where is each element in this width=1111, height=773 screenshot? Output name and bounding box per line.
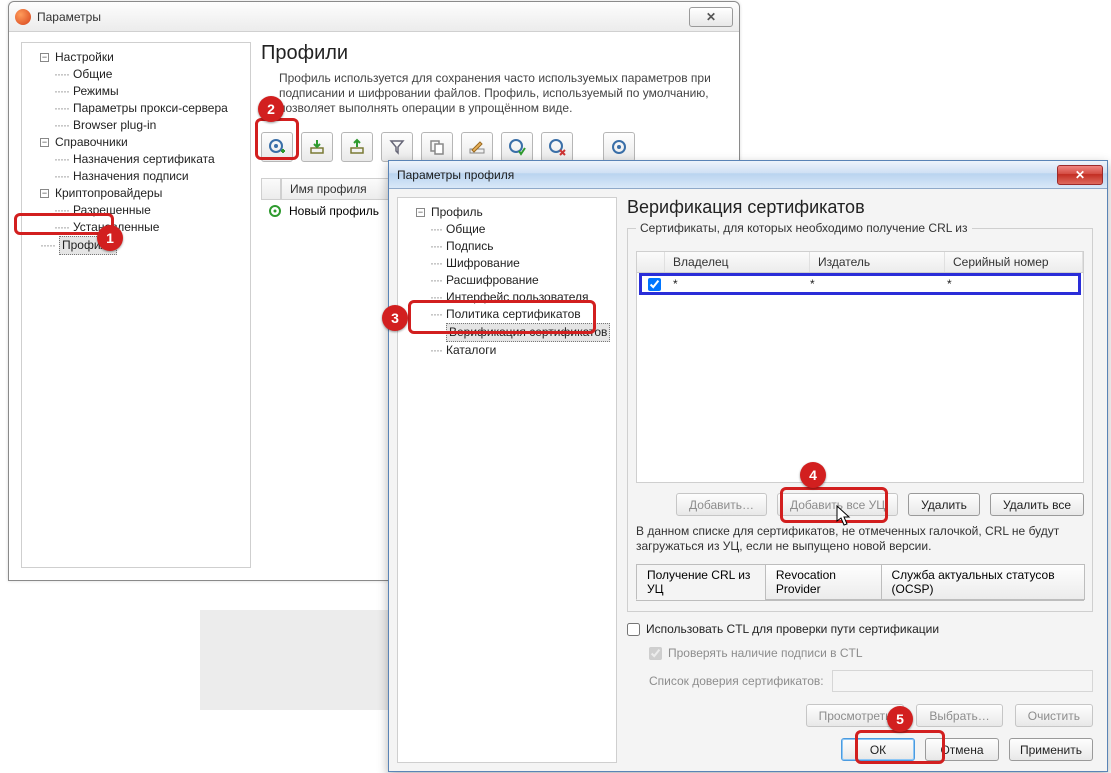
section-heading: Верификация сертификатов bbox=[627, 197, 1093, 218]
tree-item[interactable]: Разрешенные bbox=[73, 202, 151, 219]
view-button[interactable]: Просмотреть bbox=[806, 704, 905, 727]
collapse-icon[interactable]: − bbox=[416, 208, 425, 217]
checkbox bbox=[649, 647, 662, 660]
tree-item[interactable]: Шифрование bbox=[446, 255, 520, 272]
gear-icon bbox=[267, 203, 283, 219]
page-title: Профили bbox=[261, 42, 727, 65]
gear-x-icon bbox=[548, 138, 566, 156]
profile-nav-tree[interactable]: −Профиль ····Общие ····Подпись ····Шифро… bbox=[397, 197, 617, 763]
titlebar[interactable]: Параметры профиля ✕ bbox=[389, 161, 1107, 189]
close-icon: ✕ bbox=[706, 10, 716, 24]
tree-item[interactable]: Параметры прокси-сервера bbox=[73, 100, 228, 117]
tab-ocsp[interactable]: Служба актуальных статусов (OCSP) bbox=[881, 564, 1086, 600]
add-all-ca-button[interactable]: Добавить все УЦ bbox=[777, 493, 898, 516]
tree-crypto[interactable]: Криптопровайдеры bbox=[55, 185, 162, 202]
cell-serial: * bbox=[941, 277, 1078, 291]
close-icon: ✕ bbox=[1075, 168, 1085, 182]
import-icon bbox=[308, 138, 326, 156]
gear-check-icon bbox=[508, 138, 526, 156]
cert-table-header: Владелец Издатель Серийный номер bbox=[636, 251, 1084, 273]
ok-button[interactable]: ОК bbox=[841, 738, 915, 761]
tree-item[interactable]: Общие bbox=[446, 221, 485, 238]
apply-button[interactable]: Применить bbox=[1009, 738, 1093, 761]
add-button[interactable]: Добавить… bbox=[676, 493, 767, 516]
use-ctl-checkbox[interactable]: Использовать CTL для проверки пути серти… bbox=[627, 622, 1093, 636]
funnel-icon bbox=[388, 138, 406, 156]
close-button[interactable]: ✕ bbox=[1057, 165, 1103, 185]
tree-profile[interactable]: Профиль bbox=[431, 204, 483, 221]
toolbar bbox=[261, 132, 727, 162]
tree-item[interactable]: Browser plug-in bbox=[73, 117, 156, 134]
cert-table-body[interactable]: * * * bbox=[636, 273, 1084, 483]
tree-item[interactable]: Политика сертификатов bbox=[446, 306, 581, 323]
import-button[interactable] bbox=[301, 132, 333, 162]
tree-item[interactable]: Установленные bbox=[73, 219, 159, 236]
apply-button[interactable] bbox=[501, 132, 533, 162]
background-panel bbox=[200, 610, 400, 710]
close-button[interactable]: ✕ bbox=[689, 7, 733, 27]
tree-item[interactable]: Назначения подписи bbox=[73, 168, 189, 185]
tree-settings[interactable]: Настройки bbox=[55, 49, 114, 66]
gear-plus-icon bbox=[268, 138, 286, 156]
tree-item[interactable]: Подпись bbox=[446, 238, 494, 255]
copy-button[interactable] bbox=[421, 132, 453, 162]
settings-button[interactable] bbox=[603, 132, 635, 162]
row-checkbox[interactable] bbox=[648, 278, 661, 291]
choose-button[interactable]: Выбрать… bbox=[916, 704, 1002, 727]
tab-crl-from-ca[interactable]: Получение CRL из УЦ bbox=[636, 564, 766, 600]
delete-button[interactable] bbox=[541, 132, 573, 162]
tree-item[interactable]: Назначения сертификата bbox=[73, 151, 215, 168]
clear-button[interactable]: Очистить bbox=[1015, 704, 1093, 727]
tab-revocation-provider[interactable]: Revocation Provider bbox=[765, 564, 882, 600]
collapse-icon[interactable]: − bbox=[40, 53, 49, 62]
tree-item[interactable]: Интерфейс пользователя bbox=[446, 289, 589, 306]
delete-button[interactable]: Удалить bbox=[908, 493, 980, 516]
col-owner[interactable]: Владелец bbox=[665, 252, 810, 272]
new-profile-button[interactable] bbox=[261, 132, 293, 162]
edit-button[interactable] bbox=[461, 132, 493, 162]
cell-owner: * bbox=[667, 277, 804, 291]
fieldset-legend: Сертификаты, для которых необходимо полу… bbox=[636, 221, 972, 235]
tree-item-verification[interactable]: Верификация сертификатов bbox=[446, 323, 610, 342]
profile-name: Новый профиль bbox=[289, 204, 379, 218]
collapse-icon[interactable]: − bbox=[40, 138, 49, 147]
tree-item[interactable]: Режимы bbox=[73, 83, 119, 100]
trust-list-input bbox=[832, 670, 1093, 692]
dialog-title: Параметры профиля bbox=[397, 168, 1057, 182]
trust-list-label: Список доверия сертификатов: bbox=[649, 674, 824, 688]
tree-item[interactable]: Расшифрование bbox=[446, 272, 539, 289]
tree-item[interactable]: Каталоги bbox=[446, 342, 496, 359]
pencil-icon bbox=[468, 138, 486, 156]
export-button[interactable] bbox=[341, 132, 373, 162]
tree-profiles[interactable]: Профили bbox=[59, 236, 117, 255]
page-description: Профиль используется для сохранения част… bbox=[261, 71, 727, 116]
app-icon bbox=[15, 9, 31, 25]
checkbox[interactable] bbox=[627, 623, 640, 636]
nav-tree[interactable]: −Настройки ·····Общие ·····Режимы ·····П… bbox=[21, 42, 251, 568]
col-serial[interactable]: Серийный номер bbox=[945, 252, 1083, 272]
gear-icon bbox=[610, 138, 628, 156]
check-ctl-signature-checkbox: Проверять наличие подписи в CTL bbox=[649, 646, 1093, 660]
crl-fieldset: Сертификаты, для которых необходимо полу… bbox=[627, 228, 1093, 612]
cell-issuer: * bbox=[804, 277, 941, 291]
export-icon bbox=[348, 138, 366, 156]
copy-icon bbox=[428, 138, 446, 156]
cert-row-selected[interactable]: * * * bbox=[639, 273, 1081, 295]
tree-dirs[interactable]: Справочники bbox=[55, 134, 128, 151]
cancel-button[interactable]: Отмена bbox=[925, 738, 999, 761]
crl-note: В данном списке для сертификатов, не отм… bbox=[636, 524, 1084, 554]
delete-all-button[interactable]: Удалить все bbox=[990, 493, 1084, 516]
crl-tabs: Получение CRL из УЦ Revocation Provider … bbox=[636, 564, 1084, 601]
window-title: Параметры bbox=[37, 10, 689, 24]
titlebar[interactable]: Параметры ✕ bbox=[9, 2, 739, 32]
tree-item[interactable]: Общие bbox=[73, 66, 112, 83]
collapse-icon[interactable]: − bbox=[40, 189, 49, 198]
col-issuer[interactable]: Издатель bbox=[810, 252, 945, 272]
profile-parameters-dialog: Параметры профиля ✕ −Профиль ····Общие ·… bbox=[388, 160, 1108, 772]
filter-button[interactable] bbox=[381, 132, 413, 162]
